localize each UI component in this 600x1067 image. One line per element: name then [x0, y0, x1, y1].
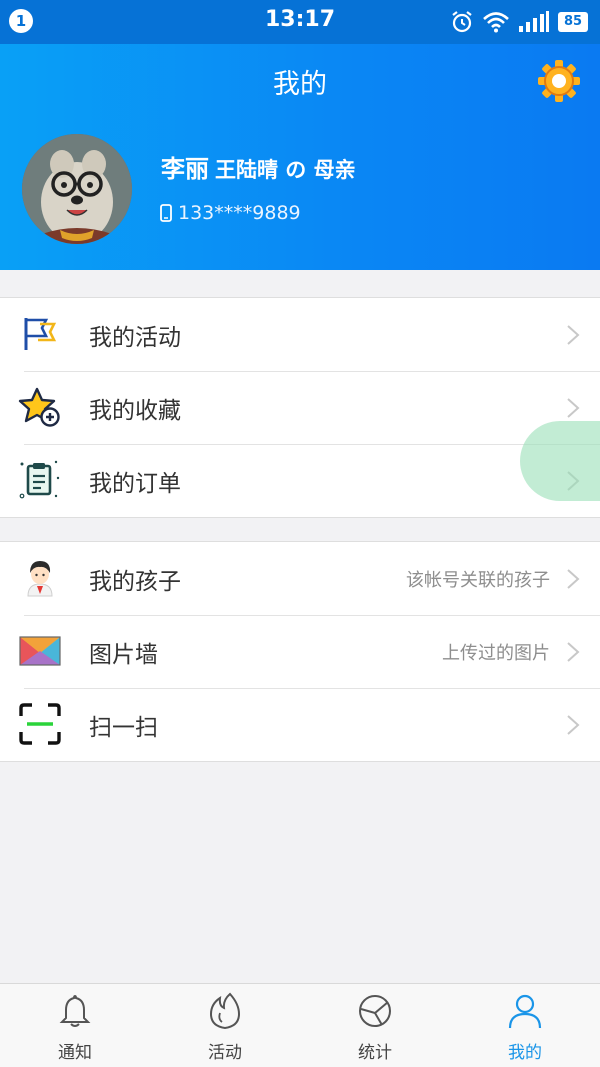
star-plus-icon	[18, 387, 60, 427]
page-title: 我的	[273, 69, 327, 100]
menu-item-label: 扫一扫	[89, 714, 158, 741]
menu-item-my-activities[interactable]: 我的活动	[0, 298, 600, 371]
user-name: 李丽 王陆晴 の 母亲	[161, 149, 356, 184]
avatar[interactable]	[22, 134, 132, 244]
settings-button[interactable]	[536, 58, 582, 104]
user-phone: 133****9889	[160, 202, 301, 224]
child-icon	[27, 561, 53, 597]
menu-item-scan[interactable]: 扫一扫	[0, 688, 600, 761]
menu-item-my-children[interactable]: 我的孩子 该帐号关联的孩子	[0, 542, 600, 615]
status-bar: 1 13:17 85	[0, 0, 600, 44]
menu-group-secondary: 我的孩子 该帐号关联的孩子 图片墙 上传过的图片 扫一扫	[0, 541, 600, 762]
menu-item-hint: 该帐号关联的孩子	[406, 569, 550, 591]
chevron-right-icon	[567, 715, 580, 735]
user-phone-number: 133****9889	[178, 202, 301, 224]
tab-mine[interactable]: 我的	[450, 984, 600, 1067]
chevron-right-icon	[567, 642, 580, 662]
user-relation: 王陆晴 の 母亲	[215, 158, 356, 182]
menu-item-label: 我的活动	[89, 324, 181, 351]
phone-icon	[160, 204, 172, 222]
menu-group-primary: 我的活动 我的收藏 我的订单	[0, 297, 600, 518]
tab-notifications[interactable]: 通知	[0, 984, 150, 1067]
user-name-text: 李丽	[161, 155, 209, 183]
chevron-right-icon	[567, 325, 580, 345]
tab-label: 活动	[208, 1043, 242, 1063]
menu-item-my-favorites[interactable]: 我的收藏	[0, 371, 600, 444]
menu-item-label: 我的收藏	[89, 397, 181, 424]
tab-statistics[interactable]: 统计	[300, 984, 450, 1067]
menu-item-hint: 上传过的图片	[442, 642, 550, 664]
menu-item-label: 图片墙	[89, 641, 158, 668]
profile-header: 我的 李丽 王陆晴 の 母亲 133****9889	[0, 44, 600, 270]
tab-activities[interactable]: 活动	[150, 984, 300, 1067]
person-icon	[508, 994, 542, 1029]
gear-icon	[538, 60, 580, 102]
chevron-right-icon	[567, 398, 580, 418]
tab-label: 通知	[58, 1043, 92, 1063]
battery-indicator: 85	[558, 12, 588, 32]
clipboard-icon	[19, 460, 60, 499]
dog-avatar-image	[22, 134, 132, 244]
menu-item-label: 我的孩子	[89, 568, 181, 595]
scan-icon	[19, 703, 61, 745]
status-icons: 85	[450, 9, 588, 35]
bottom-tab-bar: 通知 活动 统计 我的	[0, 983, 600, 1067]
tab-label: 我的	[508, 1043, 542, 1063]
menu-item-picture-wall[interactable]: 图片墙 上传过的图片	[0, 615, 600, 688]
chevron-right-icon	[567, 569, 580, 589]
menu-item-label: 我的订单	[89, 470, 181, 497]
alarm-icon	[452, 11, 472, 33]
touch-ripple	[520, 421, 600, 501]
flame-icon	[209, 992, 241, 1030]
flag-icon	[24, 318, 57, 350]
bell-icon	[59, 994, 91, 1027]
envelope-picture-icon	[19, 636, 61, 666]
tab-label: 统计	[358, 1043, 392, 1063]
menu-item-my-orders[interactable]: 我的订单	[0, 444, 600, 517]
wifi-icon	[483, 12, 509, 33]
pie-chart-icon	[359, 995, 391, 1027]
signal-icon	[519, 11, 549, 32]
